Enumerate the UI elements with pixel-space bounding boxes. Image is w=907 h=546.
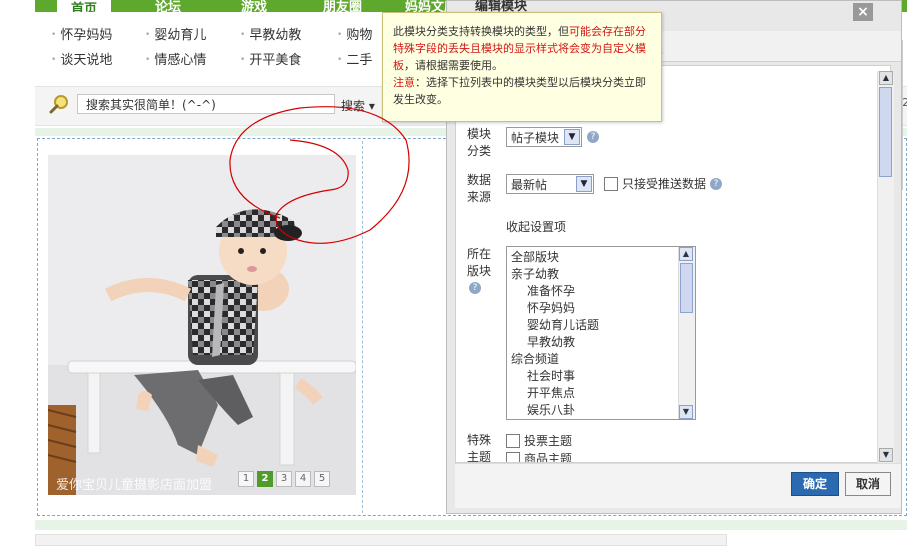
help-icon[interactable]: ? [587,131,599,143]
close-icon[interactable]: × [853,3,873,21]
search-input[interactable]: 搜索其实很简单！(^-^) [77,94,335,114]
module-category-select[interactable]: 帖子模块 ▼ [506,127,582,147]
help-icon[interactable]: ? [710,178,722,190]
scroll-down-icon[interactable]: ▼ [879,448,893,462]
list-item[interactable]: 社会时事 [511,368,691,385]
module-category-label: 模块 分类 [467,127,492,158]
page-button[interactable]: 3 [276,471,292,487]
dialog-footer: 确定 取消 [455,463,901,508]
search-icon [49,95,68,114]
goods-topic-checkbox[interactable] [506,452,520,462]
dialog-scrollbar[interactable]: ▲ ▼ [877,71,894,464]
help-icon[interactable]: ? [469,282,481,294]
vote-topic-label: 投票主题 [524,434,573,448]
collapse-settings-link[interactable]: 收起设置项 [506,218,566,235]
section-label: 所在 版块 [467,247,492,278]
data-source-select[interactable]: 最新帖 ▼ [506,174,594,194]
scroll-thumb[interactable] [680,263,693,313]
slideshow-caption: 爱你宝贝儿童摄影店面加盟 [56,478,213,493]
page-button-current[interactable]: 2 [257,471,273,487]
category-link[interactable]: 谈天说地 [51,49,112,68]
category-link[interactable]: 二手 [337,49,372,68]
chevron-down-icon: ▼ [576,176,592,192]
right-edge-panel [902,40,907,190]
special-topic-label: 特殊 主题 [467,433,492,463]
list-item[interactable]: 开平焦点 [511,385,691,402]
child-photo [48,155,356,495]
category-link[interactable]: 怀孕妈妈 [51,24,112,43]
scroll-up-icon[interactable]: ▲ [679,247,693,261]
list-item[interactable]: 怀孕妈妈 [511,300,691,317]
list-item[interactable]: 准备怀孕 [511,283,691,300]
frame-divider [362,141,364,513]
list-item[interactable]: 早教幼教 [511,334,691,351]
chevron-down-icon: ▼ [564,129,580,145]
footer-bar [35,534,727,546]
cancel-button[interactable]: 取消 [845,472,891,496]
vote-topic-checkbox[interactable] [506,434,520,448]
page-button[interactable]: 1 [238,471,254,487]
list-item[interactable]: 婴幼育儿话题 [511,317,691,334]
nav-tab-home[interactable]: 首页 [57,0,112,17]
category-link[interactable]: 情感心情 [145,49,206,68]
section-divider [35,520,907,530]
data-source-label: 数据 来源 [467,173,492,204]
goods-topic-label: 商品主题 [524,452,573,463]
confirm-button[interactable]: 确定 [791,472,839,496]
category-link[interactable]: 婴幼育儿 [145,24,206,43]
list-item[interactable]: 娱乐八卦 [511,402,691,419]
list-item[interactable]: 综合频道 [511,351,691,368]
scroll-down-icon[interactable]: ▼ [679,405,693,419]
listbox-scrollbar[interactable]: ▲ ▼ [678,247,695,419]
category-link[interactable]: 早教幼教 [240,24,301,43]
page-button[interactable]: 4 [295,471,311,487]
push-data-label: 只接受推送数据 [622,177,707,191]
module-category-tooltip: 此模块分类支持转换模块的类型，但可能会存在部分特殊字段的丢失且模块的显示样式将会… [382,12,662,122]
slideshow-pager: 12345 [238,470,333,487]
category-link[interactable]: 开平美食 [240,49,301,68]
slideshow-image[interactable] [48,155,356,495]
category-link[interactable]: 购物 [337,24,372,43]
search-button[interactable]: 搜索 ▾ [341,97,375,114]
dialog-body: 模块 分类 帖子模块 ▼ ? 数据 来源 最新帖 ▼ 只接受推送数据 ? 收起设置项… [455,65,891,463]
list-item[interactable]: 亲子幼教 [511,266,691,283]
scroll-thumb[interactable] [879,87,892,177]
list-item[interactable]: 全部版块 [511,249,691,266]
page-button[interactable]: 5 [314,471,330,487]
section-listbox[interactable]: 全部版块 亲子幼教 准备怀孕 怀孕妈妈 婴幼育儿话题 早教幼教 综合频道 社会时… [506,246,696,420]
scroll-up-icon[interactable]: ▲ [879,71,893,85]
push-data-checkbox[interactable] [604,177,618,191]
